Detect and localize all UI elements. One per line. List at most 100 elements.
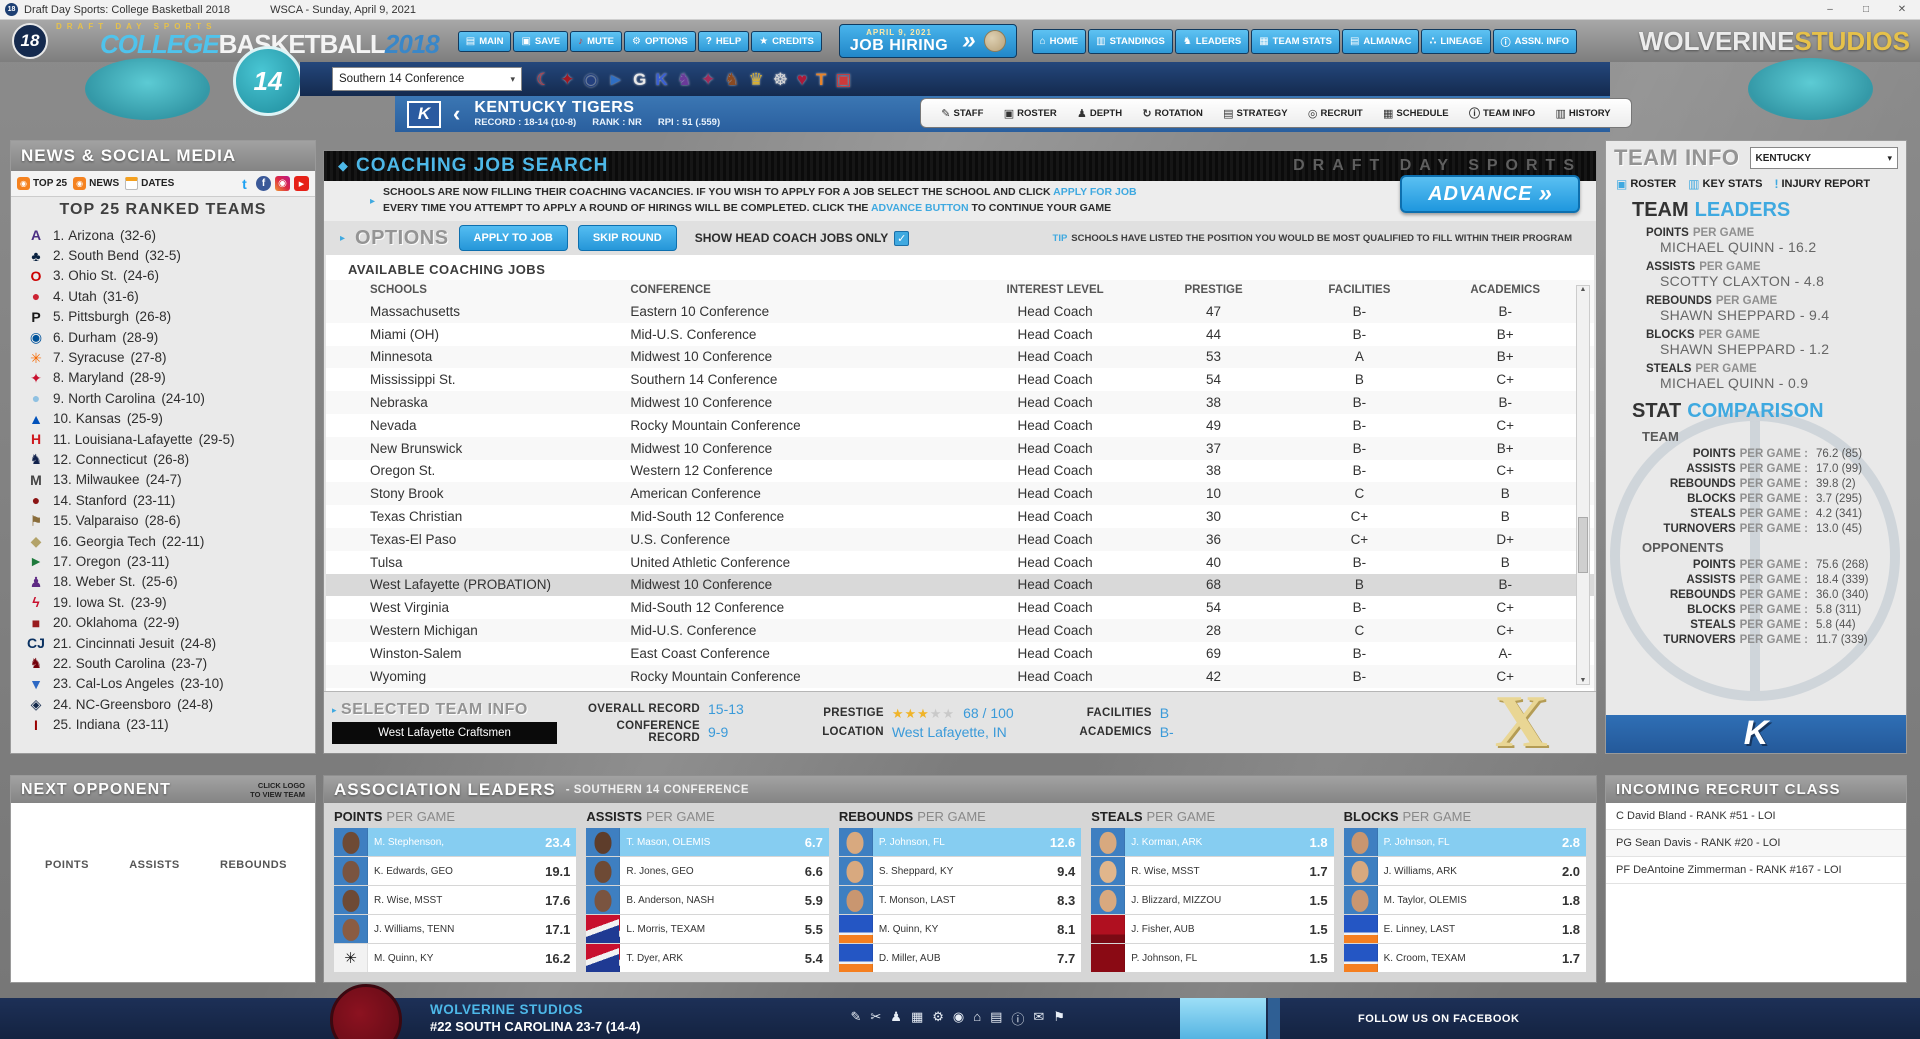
top25-team-row[interactable]: P 5.Pittsburgh(26-8) xyxy=(25,307,315,327)
nav-button[interactable]: ⓘASSN. INFO xyxy=(1493,29,1577,54)
team-nav-item[interactable]: ▣ROSTER xyxy=(1004,107,1057,120)
job-row[interactable]: Oregon St. Western 12 Conference Head Co… xyxy=(326,460,1594,483)
nav-button[interactable]: ▤MAIN xyxy=(458,31,512,52)
job-row[interactable]: Wyoming Rocky Mountain Conference Head C… xyxy=(326,665,1594,688)
advance-button-link[interactable]: ADVANCE BUTTON xyxy=(871,202,969,214)
leader-row[interactable]: K. Croom, TEXAM1.7 xyxy=(1344,944,1586,972)
team-info-tab[interactable]: ▥KEY STATS xyxy=(1688,177,1762,191)
job-row[interactable]: Stony Brook American Conference Head Coa… xyxy=(326,482,1594,505)
team-info-dropdown[interactable]: KENTUCKY▾ xyxy=(1750,147,1899,169)
table-scrollbar[interactable]: ▲ ▼ xyxy=(1576,285,1590,685)
job-row[interactable]: West Virginia Mid-South 12 Conference He… xyxy=(326,596,1594,619)
top25-team-row[interactable]: O 3.Ohio St.(24-6) xyxy=(25,266,315,286)
team-logo-icon[interactable]: ♞ xyxy=(677,71,692,88)
leader-row[interactable]: B. Anderson, NASH5.9 xyxy=(586,886,828,914)
job-row[interactable]: New Brunswick Midwest 10 Conference Head… xyxy=(326,437,1594,460)
top25-team-row[interactable]: ● 4.Utah(31-6) xyxy=(25,286,315,306)
top25-team-row[interactable]: ♞ 22.South Carolina(23-7) xyxy=(25,653,315,673)
top25-team-row[interactable]: A 1.Arizona(32-6) xyxy=(25,225,315,245)
job-row[interactable]: West Lafayette (PROBATION) Midwest 10 Co… xyxy=(326,574,1594,597)
team-logo-icon[interactable]: ◉ xyxy=(584,71,599,88)
nav-button[interactable]: ⚙OPTIONS xyxy=(624,31,696,52)
team-logo-icon[interactable]: ☸ xyxy=(773,71,788,88)
scroll-down-icon[interactable]: ▼ xyxy=(1580,677,1587,684)
leader-row[interactable]: M. Taylor, OLEMIS1.8 xyxy=(1344,886,1586,914)
top25-team-row[interactable]: I 25.Indiana(23-11) xyxy=(25,714,315,734)
team-logo-icon[interactable]: K xyxy=(655,71,667,88)
leader-row[interactable]: R. Wise, MSST1.7 xyxy=(1091,857,1333,885)
advance-button[interactable]: ADVANCE » xyxy=(1400,175,1580,213)
team-nav-item[interactable]: ⓘTEAM INFO xyxy=(1469,105,1535,121)
leader-row[interactable]: T. Mason, OLEMIS6.7 xyxy=(586,828,828,856)
leader-row[interactable]: K. Edwards, GEO19.1 xyxy=(334,857,576,885)
nav-button[interactable]: ▥STANDINGS xyxy=(1088,29,1173,54)
nav-button[interactable]: ▦TEAM STATS xyxy=(1251,29,1340,54)
nav-button[interactable]: ★CREDITS xyxy=(751,31,822,52)
tab-top25[interactable]: ◉TOP 25 xyxy=(17,177,67,190)
team-nav-item[interactable]: ✎STAFF xyxy=(941,107,983,120)
head-coach-only-checkbox[interactable]: ✓ xyxy=(894,231,909,246)
toolbar-icon[interactable]: ⚙ xyxy=(932,1009,944,1028)
recruit-row[interactable]: PF DeAntoine Zimmerman - RANK #167 - LOI xyxy=(1606,857,1906,884)
toolbar-icon[interactable]: ▦ xyxy=(911,1009,923,1028)
twitter-icon[interactable]: t xyxy=(237,176,252,191)
top25-team-row[interactable]: ▼ 23.Cal-Los Angeles(23-10) xyxy=(25,674,315,694)
team-logo-icon[interactable]: ► xyxy=(607,71,624,88)
team-nav-item[interactable]: ▥HISTORY xyxy=(1556,107,1611,120)
top25-team-row[interactable]: ✦ 8.Maryland(28-9) xyxy=(25,368,315,388)
team-nav-item[interactable]: ↻ROTATION xyxy=(1142,107,1202,120)
top25-team-row[interactable]: ϟ 19.Iowa St.(23-9) xyxy=(25,592,315,612)
top25-team-row[interactable]: ► 17.Oregon(23-11) xyxy=(25,551,315,571)
leader-row[interactable]: T. Dyer, ARK5.4 xyxy=(586,944,828,972)
top25-team-row[interactable]: ♟ 18.Weber St.(25-6) xyxy=(25,572,315,592)
advance-chevrons-icon[interactable]: » xyxy=(962,27,975,55)
job-row[interactable]: Minnesota Midwest 10 Conference Head Coa… xyxy=(326,346,1594,369)
window-control-button[interactable]: – xyxy=(1812,4,1848,15)
job-row[interactable]: Winston-Salem East Coast Conference Head… xyxy=(326,642,1594,665)
nav-button[interactable]: ⌂HOME xyxy=(1032,29,1087,54)
job-row[interactable]: Nevada Rocky Mountain Conference Head Co… xyxy=(326,414,1594,437)
leader-row[interactable]: J. Williams, ARK2.0 xyxy=(1344,857,1586,885)
job-row[interactable]: Texas-El Paso U.S. Conference Head Coach… xyxy=(326,528,1594,551)
toolbar-icon[interactable]: ✂ xyxy=(870,1009,881,1028)
leader-row[interactable]: ✳M. Quinn, KY16.2 xyxy=(334,944,576,972)
apply-for-job-link[interactable]: APPLY FOR JOB xyxy=(1053,186,1136,198)
team-logo-icon[interactable]: ✦ xyxy=(560,71,574,88)
team-logo-icon[interactable]: T xyxy=(816,71,826,88)
job-row[interactable]: Massachusetts Eastern 10 Conference Head… xyxy=(326,300,1594,323)
top25-team-row[interactable]: H 11.Louisiana-Lafayette(29-5) xyxy=(25,429,315,449)
back-chevron-icon[interactable]: ‹ xyxy=(453,101,460,127)
team-info-tab[interactable]: !INJURY REPORT xyxy=(1774,177,1870,191)
conference-dropdown[interactable]: Southern 14 Conference ▾ xyxy=(332,67,522,91)
top25-team-row[interactable]: CJ 21.Cincinnati Jesuit(24-8) xyxy=(25,633,315,653)
toolbar-icon[interactable]: ✉ xyxy=(1033,1009,1044,1028)
skip-round-button[interactable]: SKIP ROUND xyxy=(578,225,677,251)
top25-team-row[interactable]: ⚑ 15.Valparaiso(28-6) xyxy=(25,510,315,530)
top25-team-row[interactable]: ● 14.Stanford(23-11) xyxy=(25,490,315,510)
toolbar-icon[interactable]: ◉ xyxy=(953,1009,964,1028)
top25-team-row[interactable]: ✳ 7.Syracuse(27-8) xyxy=(25,347,315,367)
leader-row[interactable]: J. Williams, TENN17.1 xyxy=(334,915,576,943)
team-logo-icon[interactable]: ♥ xyxy=(797,71,807,88)
leader-row[interactable]: T. Monson, LAST8.3 xyxy=(839,886,1081,914)
youtube-icon[interactable]: ▶ xyxy=(294,176,309,191)
top25-team-row[interactable]: ♞ 12.Connecticut(26-8) xyxy=(25,449,315,469)
team-logo-icon[interactable]: ☾ xyxy=(536,71,551,88)
team-nav-item[interactable]: ◎RECRUIT xyxy=(1308,107,1363,120)
leader-row[interactable]: S. Sheppard, KY9.4 xyxy=(839,857,1081,885)
job-row[interactable]: Nebraska Midwest 10 Conference Head Coac… xyxy=(326,391,1594,414)
team-nav-item[interactable]: ▦SCHEDULE xyxy=(1383,107,1449,120)
recruit-row[interactable]: PG Sean Davis - RANK #20 - LOI xyxy=(1606,830,1906,857)
top25-team-row[interactable]: ■ 20.Oklahoma(22-9) xyxy=(25,612,315,632)
nav-button[interactable]: ♪MUTE xyxy=(570,31,622,52)
leader-row[interactable]: P. Johnson, FL12.6 xyxy=(839,828,1081,856)
scroll-up-icon[interactable]: ▲ xyxy=(1580,286,1587,293)
leader-row[interactable]: J. Fisher, AUB1.5 xyxy=(1091,915,1333,943)
toolbar-icon[interactable]: ✎ xyxy=(850,1009,861,1028)
leader-row[interactable]: M. Stephenson,23.4 xyxy=(334,828,576,856)
instagram-icon[interactable]: ◉ xyxy=(275,176,290,191)
apply-to-job-button[interactable]: APPLY TO JOB xyxy=(459,225,568,251)
team-logo-icon[interactable]: ♞ xyxy=(724,71,739,88)
leader-row[interactable]: J. Korman, ARK1.8 xyxy=(1091,828,1333,856)
nav-button[interactable]: ▤ALMANAC xyxy=(1342,29,1419,54)
